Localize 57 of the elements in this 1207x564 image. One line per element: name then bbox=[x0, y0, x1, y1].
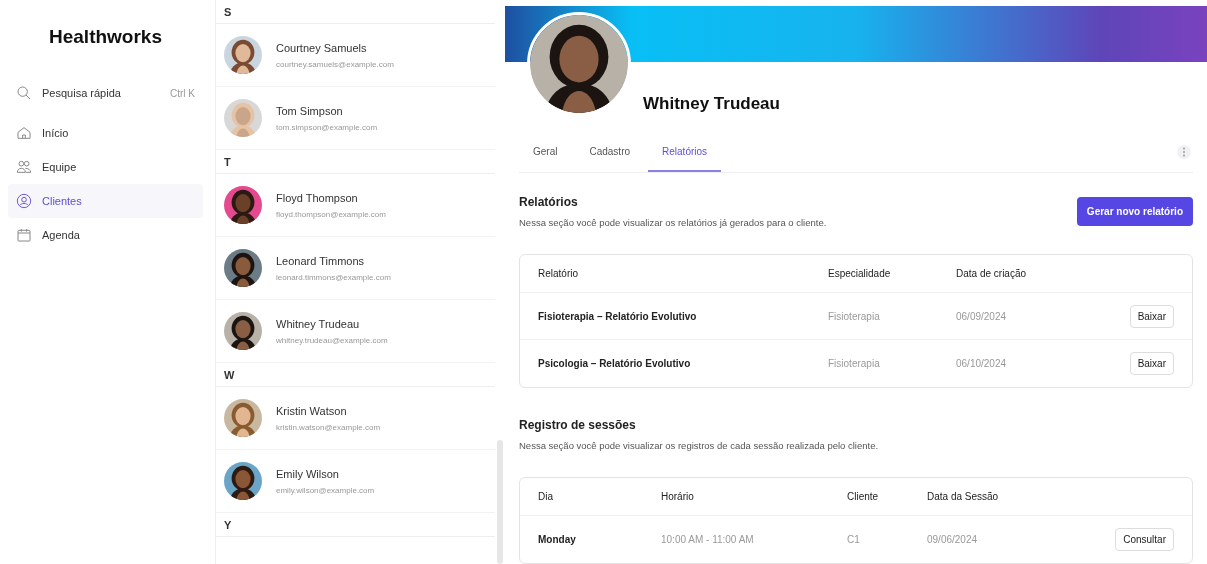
table-cell-text: 10:00 AM - 11:00 AM bbox=[661, 533, 755, 545]
download-button[interactable]: Baixar bbox=[1129, 351, 1174, 375]
contact-name: Floyd Thompson bbox=[276, 191, 359, 204]
contact-email: whitney.trudeau@example.com bbox=[276, 335, 388, 345]
column-header: Cliente bbox=[847, 491, 880, 502]
contact-name: Kristin Watson bbox=[276, 404, 348, 417]
profile-name: Whitney Trudeau bbox=[643, 94, 780, 114]
contact-email: courtney.samuels@example.com bbox=[276, 59, 394, 69]
group-letter: Y bbox=[216, 513, 495, 537]
column-header: Dia bbox=[538, 491, 554, 502]
contact-name: Courtney Samuels bbox=[276, 41, 368, 54]
table-cell-text: Monday bbox=[538, 533, 577, 545]
tab[interactable]: Geral bbox=[519, 132, 572, 172]
contact-email: emily.wilson@example.com bbox=[276, 485, 375, 495]
quick-search[interactable]: Pesquisa rápida Ctrl K bbox=[8, 76, 203, 110]
contact-email: tom.simpson@example.com bbox=[276, 122, 378, 132]
app-title: Healthworks bbox=[48, 25, 163, 49]
table-cell-text: C1 bbox=[847, 533, 861, 545]
contact-email: leonard.timmons@example.com bbox=[276, 272, 391, 282]
table-cell-text: Fisioterapia bbox=[828, 357, 881, 369]
contact-email: kristin.watson@example.com bbox=[276, 422, 381, 432]
calendar-icon bbox=[16, 227, 32, 243]
nav-item[interactable]: Clientes bbox=[8, 184, 203, 218]
tab[interactable]: Relatórios bbox=[648, 132, 722, 172]
home-icon bbox=[16, 125, 32, 141]
nav-item[interactable]: Agenda bbox=[8, 218, 203, 252]
generate-report-button[interactable]: Gerar novo relatório bbox=[1076, 197, 1193, 226]
more-icon[interactable] bbox=[1177, 145, 1191, 159]
download-button[interactable]: Baixar bbox=[1129, 304, 1174, 328]
search-icon bbox=[16, 85, 32, 101]
table-cell-text: Psicologia – Relatório Evolutivo bbox=[538, 357, 692, 369]
contact-name: Emily Wilson bbox=[276, 467, 340, 480]
contact-email: floyd.thompson@example.com bbox=[276, 209, 386, 219]
section-title: Relatórios bbox=[519, 195, 579, 209]
column-header: Data de criação bbox=[956, 268, 1028, 279]
tab[interactable]: Cadastro bbox=[575, 132, 645, 172]
column-header: Relatório bbox=[538, 268, 580, 279]
table-cell-text: 06/09/2024 bbox=[956, 310, 1008, 322]
users-icon bbox=[16, 159, 32, 175]
consult-button[interactable]: Consultar bbox=[1115, 527, 1174, 551]
table-cell-text: Fisioterapia – Relatório Evolutivo bbox=[538, 310, 698, 322]
nav-item[interactable]: Equipe bbox=[8, 150, 203, 184]
column-header: Horário bbox=[661, 491, 695, 502]
section-description: Nessa seção você pode visualizar os relatórios já gerados para o cliente. bbox=[519, 217, 827, 228]
contact-name: Leonard Timmons bbox=[276, 254, 366, 267]
user-icon bbox=[16, 193, 32, 209]
section-title: Registro de sessões bbox=[519, 418, 637, 432]
table-cell-text: Fisioterapia bbox=[828, 310, 881, 322]
scrollbar[interactable] bbox=[497, 440, 503, 564]
nav-item[interactable]: Início bbox=[8, 116, 203, 150]
section-description: Nessa seção você pode visualizar os registros de cada sessão realizada pelo cliente. bbox=[519, 440, 880, 451]
table-cell-text: 06/10/2024 bbox=[956, 357, 1008, 369]
contact-name: Whitney Trudeau bbox=[276, 317, 361, 330]
contact-name: Tom Simpson bbox=[276, 104, 344, 117]
column-header: Especialidade bbox=[828, 268, 892, 279]
column-header: Data da Sessão bbox=[927, 491, 1000, 502]
table-cell-text: 09/06/2024 bbox=[927, 533, 979, 545]
